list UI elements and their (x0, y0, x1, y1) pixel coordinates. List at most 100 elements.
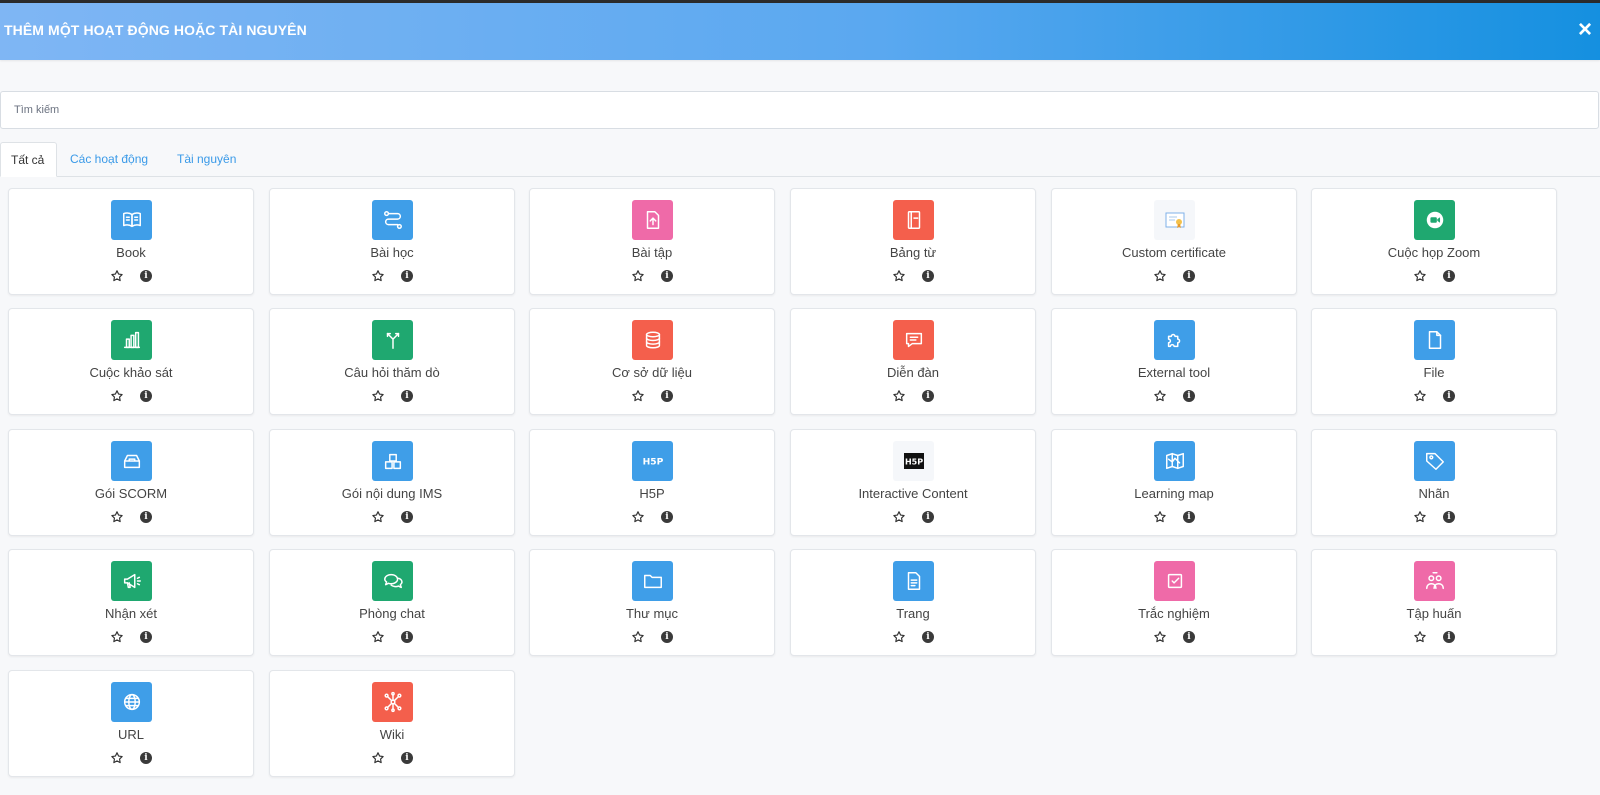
info-icon[interactable]: i (661, 511, 673, 523)
star-icon[interactable] (371, 630, 385, 644)
info-icon[interactable]: i (1183, 390, 1195, 402)
activity-label: H5P (639, 486, 665, 501)
activity-card-choice[interactable]: Câu hỏi thăm dò i (269, 308, 515, 415)
star-icon[interactable] (110, 630, 124, 644)
search-input[interactable] (0, 91, 1599, 129)
activity-label: Trắc nghiệm (1138, 606, 1210, 621)
close-button[interactable]: × (1574, 18, 1596, 42)
star-icon[interactable] (631, 630, 645, 644)
activity-label: File (1423, 365, 1445, 380)
info-icon[interactable]: i (140, 511, 152, 523)
tab-resources[interactable]: Tài nguyên (167, 142, 246, 177)
activity-card-scorm[interactable]: Gói SCORM i (8, 429, 254, 536)
star-icon[interactable] (110, 389, 124, 403)
info-icon[interactable]: i (1443, 390, 1455, 402)
star-icon[interactable] (1413, 630, 1427, 644)
star-icon[interactable] (1153, 269, 1167, 283)
info-icon[interactable]: i (401, 390, 413, 402)
choice-icon (372, 320, 413, 360)
star-icon[interactable] (1153, 510, 1167, 524)
activity-card-assignment[interactable]: Bài tập i (529, 188, 775, 295)
info-icon[interactable]: i (922, 631, 934, 643)
info-icon[interactable]: i (140, 390, 152, 402)
activity-card-workshop[interactable]: Tập huấn i (1311, 549, 1557, 656)
activity-label: Bài học (370, 245, 414, 260)
info-icon[interactable]: i (1183, 631, 1195, 643)
activity-card-book[interactable]: Book i (8, 188, 254, 295)
star-icon[interactable] (631, 389, 645, 403)
activity-card-database[interactable]: Cơ sở dữ liệu i (529, 308, 775, 415)
star-icon[interactable] (110, 751, 124, 765)
activity-card-certificate[interactable]: Custom certificate i (1051, 188, 1297, 295)
star-icon[interactable] (371, 389, 385, 403)
star-icon[interactable] (892, 630, 906, 644)
info-icon[interactable]: i (401, 511, 413, 523)
star-icon[interactable] (892, 510, 906, 524)
info-icon[interactable]: i (1183, 511, 1195, 523)
h5p-black-icon: H5P (893, 441, 934, 481)
glossary-icon (893, 200, 934, 240)
activity-card-chat[interactable]: Phòng chat i (269, 549, 515, 656)
star-icon[interactable] (110, 510, 124, 524)
h5p-icon: H5P (632, 441, 673, 481)
activity-label: Thư mục (625, 606, 679, 621)
activity-label: Diễn đàn (886, 365, 940, 380)
activity-card-puzzle[interactable]: External tool i (1051, 308, 1297, 415)
star-icon[interactable] (371, 269, 385, 283)
activity-card-lesson[interactable]: Bài học i (269, 188, 515, 295)
star-icon[interactable] (371, 510, 385, 524)
tab-all[interactable]: Tất cả (0, 142, 57, 177)
map-icon (1154, 441, 1195, 481)
star-icon[interactable] (1413, 510, 1427, 524)
star-icon[interactable] (892, 389, 906, 403)
info-icon[interactable]: i (922, 270, 934, 282)
info-icon[interactable]: i (1443, 511, 1455, 523)
activity-card-h5p-black[interactable]: H5P Interactive Content i (790, 429, 1036, 536)
info-icon[interactable]: i (922, 390, 934, 402)
info-icon[interactable]: i (140, 631, 152, 643)
activity-card-glossary[interactable]: Bảng từ i (790, 188, 1036, 295)
info-icon[interactable]: i (140, 270, 152, 282)
star-icon[interactable] (1153, 630, 1167, 644)
activity-card-forum[interactable]: Diễn đàn i (790, 308, 1036, 415)
star-icon[interactable] (1153, 389, 1167, 403)
activity-label: Interactive Content (858, 486, 968, 501)
activity-card-zoom[interactable]: Cuộc họp Zoom i (1311, 188, 1557, 295)
tab-activities[interactable]: Các hoạt động (60, 142, 158, 177)
activity-card-folder[interactable]: Thư mục i (529, 549, 775, 656)
info-icon[interactable]: i (401, 752, 413, 764)
info-icon[interactable]: i (401, 631, 413, 643)
activity-card-h5p[interactable]: H5P H5P i (529, 429, 775, 536)
activity-card-feedback-megaphone[interactable]: Nhận xét i (8, 549, 254, 656)
database-icon (632, 320, 673, 360)
info-icon[interactable]: i (922, 511, 934, 523)
star-icon[interactable] (1413, 269, 1427, 283)
activity-card-survey[interactable]: Cuộc khảo sát i (8, 308, 254, 415)
certificate-icon (1154, 200, 1195, 240)
lesson-icon (372, 200, 413, 240)
activity-card-ims[interactable]: Gói nội dung IMS i (269, 429, 515, 536)
star-icon[interactable] (371, 751, 385, 765)
star-icon[interactable] (631, 510, 645, 524)
info-icon[interactable]: i (661, 390, 673, 402)
activity-label: Gói SCORM (94, 486, 168, 501)
info-icon[interactable]: i (401, 270, 413, 282)
info-icon[interactable]: i (661, 631, 673, 643)
info-icon[interactable]: i (1183, 270, 1195, 282)
info-icon[interactable]: i (1443, 270, 1455, 282)
activity-card-quiz[interactable]: Trắc nghiệm i (1051, 549, 1297, 656)
info-icon[interactable]: i (140, 752, 152, 764)
activity-card-wiki[interactable]: Wiki i (269, 670, 515, 777)
star-icon[interactable] (631, 269, 645, 283)
star-icon[interactable] (892, 269, 906, 283)
activity-label: Custom certificate (1121, 245, 1227, 260)
activity-card-globe[interactable]: URL i (8, 670, 254, 777)
activity-card-file[interactable]: File i (1311, 308, 1557, 415)
info-icon[interactable]: i (1443, 631, 1455, 643)
activity-card-label-tag[interactable]: Nhãn i (1311, 429, 1557, 536)
activity-card-map[interactable]: Learning map i (1051, 429, 1297, 536)
star-icon[interactable] (1413, 389, 1427, 403)
activity-card-page[interactable]: Trang i (790, 549, 1036, 656)
star-icon[interactable] (110, 269, 124, 283)
info-icon[interactable]: i (661, 270, 673, 282)
